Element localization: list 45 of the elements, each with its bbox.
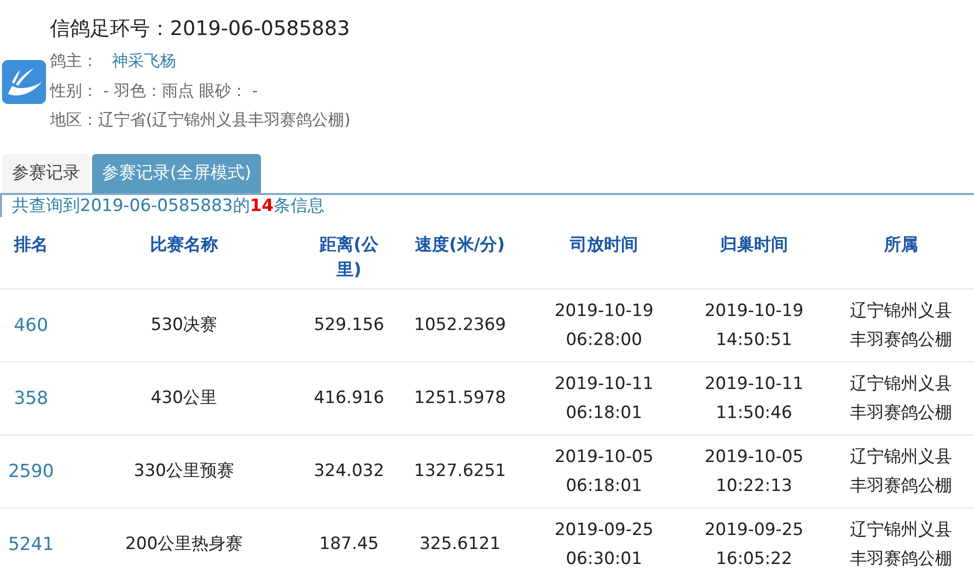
column-header: 排名	[14, 235, 48, 255]
table-cell-text: 324.032	[312, 460, 386, 483]
ring-number: 2019-06-0585883	[170, 16, 350, 40]
table-cell-text: 辽宁锦州义县丰羽赛鸽公棚	[849, 300, 953, 352]
table-cell: 530决赛	[150, 315, 218, 335]
table-cell-text: 416.916	[312, 387, 386, 410]
ring-label: 信鸽足环号：	[50, 16, 170, 40]
table-cell-text: 529.156	[312, 314, 386, 337]
column-header: 司放时间	[569, 234, 639, 257]
table-cell-text: 187.45	[318, 533, 380, 556]
result-summary: 共查询到2019-06-0585883的14条信息	[0, 195, 974, 217]
table-cell-text: 2019-10-11 06:18:01	[554, 372, 654, 424]
table-cell-text: 1251.5978	[414, 387, 506, 410]
rank-link[interactable]: 5241	[8, 534, 54, 554]
table-cell-text: 辽宁锦州义县丰羽赛鸽公棚	[849, 446, 953, 498]
table-cell: 430公里	[150, 388, 218, 408]
table-cell-text: 2019-10-05 06:18:01	[554, 446, 654, 498]
table-cell-text: 2019-09-25 06:30:01	[554, 518, 654, 570]
table-cell-text: 325.6121	[418, 533, 502, 556]
owner-label: 鸽主：	[50, 50, 98, 72]
table-cell-text: 2019-10-11 11:50:46	[704, 372, 804, 424]
rank-link[interactable]: 2590	[8, 460, 54, 482]
pigeon-details: 性别： - 羽色：雨点 眼砂： -	[50, 80, 259, 102]
rank-link[interactable]: 460	[14, 314, 48, 336]
owner-link[interactable]: 神采飞杨	[112, 46, 176, 76]
table-cell-text: 2019-10-19 14:50:51	[704, 300, 804, 352]
bird-logo-icon	[2, 60, 46, 104]
table-cell: 200公里热身赛	[125, 534, 243, 554]
table-cell-text: 辽宁锦州义县丰羽赛鸽公棚	[849, 372, 953, 424]
column-header: 距离(公里)	[318, 234, 380, 282]
rank-link[interactable]: 358	[14, 388, 48, 408]
column-header: 速度(米/分)	[414, 234, 506, 257]
table-cell: 330公里预赛	[134, 461, 234, 481]
table-cell-text: 2019-10-05 10:22:13	[704, 446, 804, 498]
region-text: 地区：辽宁省(辽宁锦州义县丰羽赛鸽公棚)	[50, 109, 350, 131]
tab[interactable]: 参赛记录(全屏模式)	[92, 154, 262, 193]
table-cell-text: 1052.2369	[414, 314, 506, 337]
tab[interactable]: 参赛记录	[2, 154, 90, 193]
table-cell-text: 辽宁锦州义县丰羽赛鸽公棚	[849, 518, 953, 570]
table-cell-text: 2019-10-19 06:28:00	[554, 300, 654, 352]
column-header: 比赛名称	[150, 235, 218, 255]
column-header: 所属	[882, 234, 919, 257]
column-header: 归巢时间	[719, 234, 789, 257]
table-cell-text: 1327.6251	[414, 460, 506, 483]
table-cell-text: 2019-09-25 16:05:22	[704, 518, 804, 570]
